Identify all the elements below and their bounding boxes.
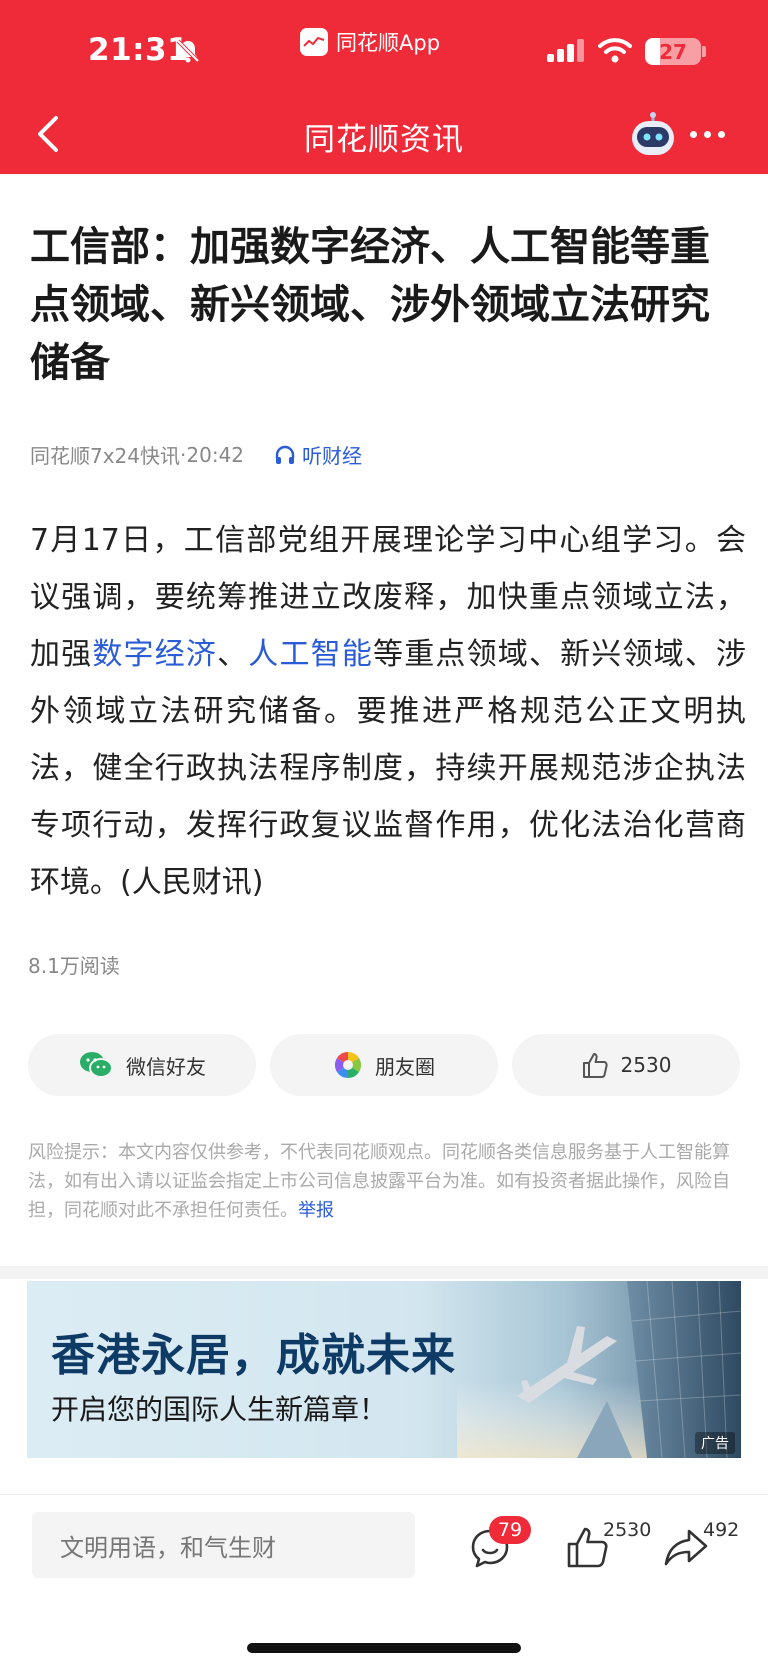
app-header: 21:31 同花顺App 27 同花顺资讯 <box>0 0 768 174</box>
share-row: 微信好友 朋友圈 2530 <box>28 1034 740 1096</box>
report-link[interactable]: 举报 <box>298 1200 334 1221</box>
article-body: 7月17日，工信部党组开展理论学习中心组学习。会议强调，要统筹推进立改废释，加快… <box>30 512 746 911</box>
article-time: 20:42 <box>186 442 245 467</box>
robot-icon[interactable] <box>628 112 678 158</box>
link-ai[interactable]: 人工智能 <box>248 637 373 672</box>
link-digital-economy[interactable]: 数字经济 <box>92 637 217 672</box>
share-wechat-button[interactable]: 微信好友 <box>28 1034 256 1096</box>
app-name: 同花顺App <box>336 31 441 55</box>
more-dots-icon[interactable] <box>690 124 730 144</box>
comment-count-badge: 79 <box>489 1516 531 1544</box>
thumbs-up-icon <box>582 1053 608 1078</box>
bottom-bar-divider <box>0 1494 768 1495</box>
wechat-label: 微信好友 <box>126 1054 206 1079</box>
signal-icon <box>547 39 584 62</box>
comment-input[interactable]: 文明用语，和气生财 <box>32 1512 415 1578</box>
bell-muted-icon <box>176 39 200 63</box>
moments-label: 朋友圈 <box>375 1054 435 1079</box>
read-count: 8.1万阅读 <box>28 954 120 978</box>
risk-text: 风险提示：本文内容仅供参考，不代表同花顺观点。同花顺各类信息服务基于人工智能算法… <box>28 1142 730 1221</box>
battery-icon: 27 <box>645 38 701 65</box>
ad-title: 香港永居，成就未来 <box>51 1330 456 1381</box>
listen-button[interactable]: 听财经 <box>274 440 362 469</box>
wechat-icon <box>80 1052 113 1078</box>
bottom-like-count: 2530 <box>603 1519 652 1541</box>
article-title: 工信部：加强数字经济、人工智能等重点领域、新兴领域、涉外领域立法研究储备 <box>30 224 710 386</box>
article-meta: 同花顺7x24快讯 · 20:42 听财经 <box>30 440 362 469</box>
battery-tip <box>702 46 706 57</box>
share-count: 492 <box>703 1519 740 1541</box>
ad-subtitle: 开启您的国际人生新篇章！ <box>51 1393 388 1426</box>
body-text: 等重点领域、新兴领域、涉外领域立法研究储备。要推进严格规范公正文明执法，健全行政… <box>30 637 747 900</box>
ad-tag: 广告 <box>695 1432 735 1454</box>
like-button[interactable]: 2530 <box>512 1034 740 1096</box>
headphones-icon <box>275 445 295 464</box>
like-count: 2530 <box>620 1053 672 1077</box>
battery-level: 27 <box>659 39 687 64</box>
listen-label: 听财经 <box>302 444 363 468</box>
home-indicator[interactable] <box>247 1643 521 1653</box>
body-text: 、 <box>217 637 249 672</box>
app-name-pill[interactable]: 同花顺App <box>300 26 440 58</box>
moments-icon <box>334 1051 362 1079</box>
ad-banner[interactable]: 香港永居，成就未来 开启您的国际人生新篇章！ 广告 <box>27 1281 741 1458</box>
status-time: 21:31 <box>88 32 190 68</box>
share-moments-button[interactable]: 朋友圈 <box>270 1034 498 1096</box>
wifi-icon <box>598 38 632 63</box>
risk-notice: 风险提示：本文内容仅供参考，不代表同花顺观点。同花顺各类信息服务基于人工智能算法… <box>28 1138 738 1225</box>
app-logo-icon <box>300 28 328 56</box>
article-source: 同花顺7x24快讯 <box>30 444 181 468</box>
section-divider <box>0 1266 768 1279</box>
